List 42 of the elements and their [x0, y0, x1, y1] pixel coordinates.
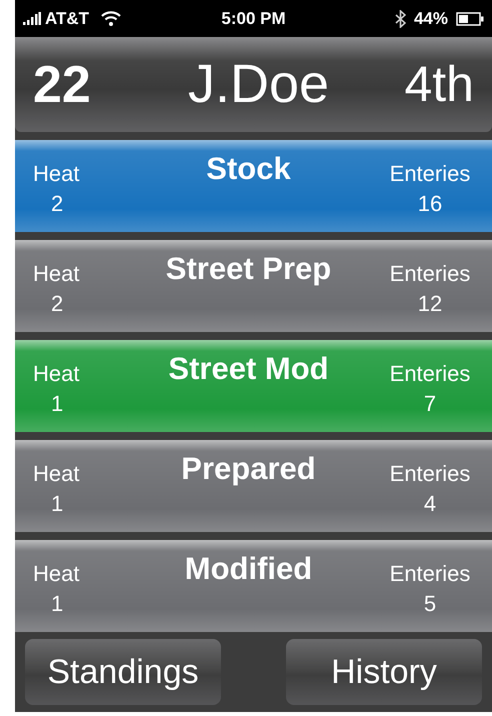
class-name: Prepared — [181, 450, 316, 488]
entries-count: 12 — [418, 290, 442, 318]
heat-label: Heat — [33, 360, 80, 388]
driver-position: 4th — [403, 55, 474, 114]
heat-number: 2 — [51, 190, 64, 218]
clock-time: 5:00 PM — [220, 8, 287, 30]
car-number: 22 — [33, 54, 92, 116]
entries-label: Enteries — [390, 360, 470, 388]
battery-icon — [456, 12, 484, 26]
wifi-icon — [101, 11, 122, 26]
heat-number: 1 — [51, 390, 64, 418]
entries-count: 5 — [424, 590, 436, 618]
bluetooth-icon — [394, 10, 406, 28]
nav-button[interactable]: History — [286, 639, 482, 705]
class-name: Street Prep — [166, 250, 332, 288]
heat-number: 1 — [51, 490, 64, 518]
entries-label: Enteries — [390, 160, 470, 188]
entries-label: Enteries — [390, 460, 470, 488]
entries-label: Enteries — [390, 260, 470, 288]
heat-number: 2 — [51, 290, 64, 318]
nav-button[interactable]: Standings — [25, 639, 221, 705]
class-name: Street Mod — [168, 350, 329, 388]
heat-number: 1 — [51, 590, 64, 618]
signal-icon — [23, 12, 41, 25]
heat-label: Heat — [33, 460, 80, 488]
entries-count: 4 — [424, 490, 436, 518]
entries-label: Enteries — [390, 560, 470, 588]
carrier-name: AT&T — [45, 8, 90, 30]
heat-label: Heat — [33, 160, 80, 188]
class-row[interactable]: Heat 2 Street Prep Enteries 12 — [15, 240, 492, 332]
heat-label: Heat — [33, 560, 80, 588]
class-name: Stock — [206, 150, 291, 188]
class-row[interactable]: Heat 1 Street Mod Enteries 7 — [15, 340, 492, 432]
class-row[interactable]: Heat 2 Stock Enteries 16 — [15, 140, 492, 232]
class-row[interactable]: Heat 1 Modified Enteries 5 — [15, 540, 492, 632]
class-row[interactable]: Heat 1 Prepared Enteries 4 — [15, 440, 492, 532]
driver-name: J.Doe — [186, 53, 330, 116]
entries-count: 16 — [418, 190, 442, 218]
entries-count: 7 — [424, 390, 436, 418]
battery-percent: 44% — [414, 8, 448, 30]
class-name: Modified — [184, 550, 312, 588]
heat-label: Heat — [33, 260, 80, 288]
